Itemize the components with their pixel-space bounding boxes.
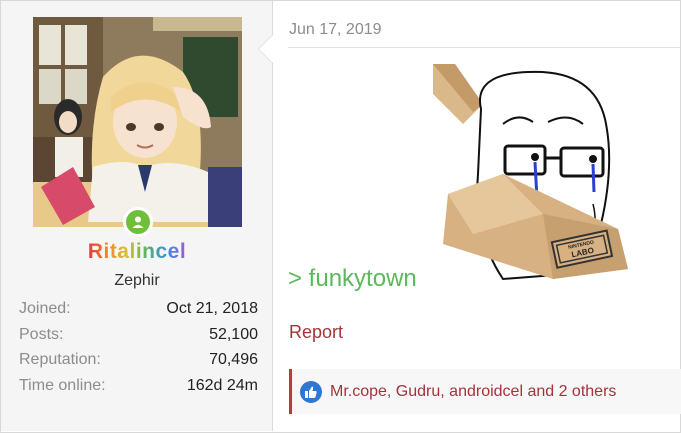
stat-label: Posts: xyxy=(19,325,64,343)
stat-label: Reputation: xyxy=(19,351,101,368)
stat-value: 162d 24m xyxy=(186,376,258,394)
likes-bar: Mr.cope, Gudru, androidcel and 2 others xyxy=(289,369,681,414)
username-text: Ritalincel xyxy=(87,240,187,263)
report-link[interactable]: Report xyxy=(289,322,343,343)
likes-list[interactable]: Mr.cope, Gudru, androidcel and 2 others xyxy=(330,383,616,401)
avatar[interactable] xyxy=(33,17,242,227)
thumbs-up-icon xyxy=(300,380,322,403)
date-divider xyxy=(288,47,680,48)
meme-image[interactable]: NINTENDO LABO xyxy=(433,64,633,289)
user-panel: Ritalincel Zephir Joined: Oct 21, 2018 P… xyxy=(1,1,273,431)
stat-time-online: Time online: 162d 24m xyxy=(19,377,258,403)
online-indicator xyxy=(123,207,153,237)
stat-joined: Joined: Oct 21, 2018 xyxy=(19,300,258,326)
stat-label: Time online: xyxy=(19,376,106,394)
stat-value[interactable]: 52,100 xyxy=(209,326,258,352)
panel-arrow xyxy=(259,35,273,63)
stat-value: Oct 21, 2018 xyxy=(166,300,258,317)
post-date[interactable]: Jun 17, 2019 xyxy=(289,21,382,39)
greentext-quote: > funkytown xyxy=(288,265,417,292)
stat-value: 70,496 xyxy=(209,351,258,368)
user-status-icon xyxy=(126,210,150,234)
user-title: Zephir xyxy=(114,272,160,289)
user-stats: Joined: Oct 21, 2018 Posts: 52,100 Reput… xyxy=(19,300,258,402)
stat-posts: Posts: 52,100 xyxy=(19,326,258,352)
stat-label: Joined: xyxy=(19,300,71,317)
post-body: Jun 17, 2019 NINTENDO LABO > funkytown R… xyxy=(273,1,681,431)
stat-reputation: Reputation: 70,496 xyxy=(19,351,258,377)
avatar-image xyxy=(33,17,242,227)
username-link[interactable]: Ritalincel xyxy=(1,240,273,264)
